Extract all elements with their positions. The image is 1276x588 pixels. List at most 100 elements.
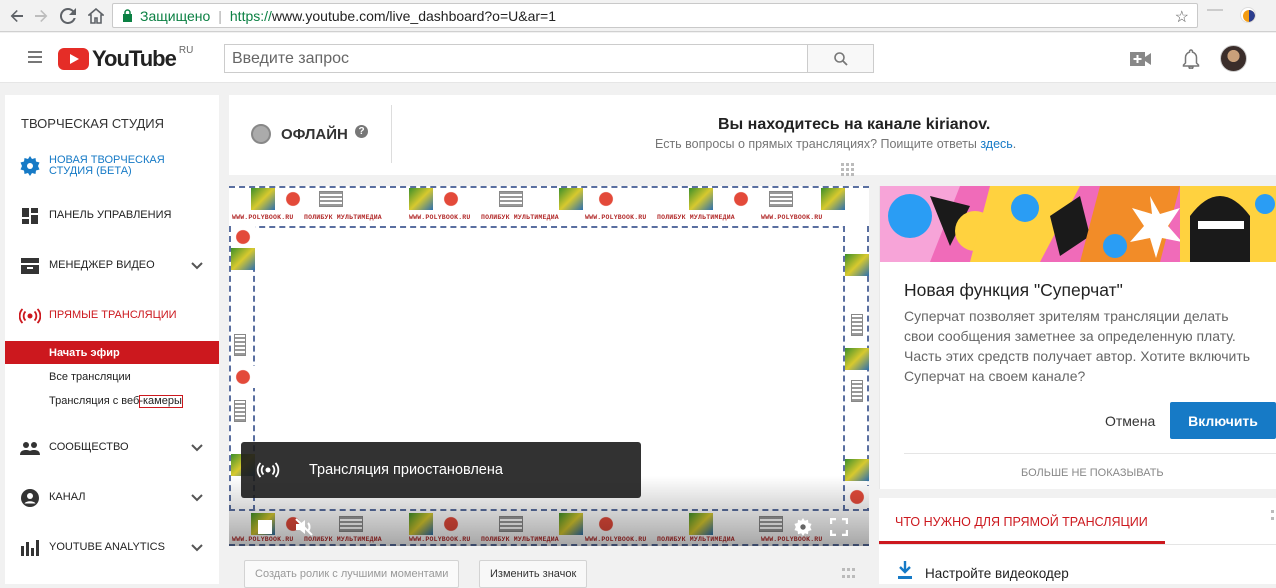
sidebar-subitem-webcam[interactable]: Трансляция с веб-камеры [5, 389, 219, 412]
faq-link[interactable]: здесь [980, 137, 1012, 151]
watermark-text: ПОЛИБУК МУЛЬТИМЕДИА [481, 214, 559, 221]
extension-logo-icon[interactable] [1240, 7, 1256, 23]
reload-icon[interactable] [57, 5, 79, 27]
stop-button[interactable] [255, 517, 275, 537]
live-broadcast-icon [256, 462, 280, 478]
forward-icon[interactable] [30, 5, 52, 27]
frame-tile [439, 188, 463, 210]
superchat-promo-card: Новая функция "Суперчат" Суперчат позвол… [879, 186, 1276, 489]
frame-tile [234, 400, 246, 422]
drag-handle-icon[interactable] [842, 568, 856, 580]
sidebar-title: ТВОРЧЕСКАЯ СТУДИЯ [21, 116, 165, 131]
frame-tile [499, 191, 523, 207]
sidebar-subitem-all-streams[interactable]: Все трансляции [5, 365, 219, 388]
dont-show-again-link[interactable]: БОЛЬШЕ НЕ ПОКАЗЫВАТЬ [1021, 467, 1164, 479]
requirement-item[interactable]: Настройте видеокодер [925, 566, 1069, 581]
sidebar-item-new-studio[interactable]: НОВАЯ ТВОРЧЕСКАЯ СТУДИЯ (БЕТА) [5, 153, 219, 179]
drag-handle-icon[interactable] [1271, 510, 1276, 522]
frame-tile [319, 191, 343, 207]
watermark-text: WWW.POLYBOOK.RU [409, 214, 471, 221]
chevron-down-icon[interactable] [191, 260, 203, 272]
video-manager-icon [19, 255, 41, 277]
upload-video-icon[interactable] [1130, 48, 1152, 70]
community-icon [19, 437, 41, 459]
cancel-button[interactable]: Отмена [1105, 413, 1155, 429]
menu-icon[interactable] [28, 51, 42, 63]
sidebar-item-dashboard[interactable]: ПАНЕЛЬ УПРАВЛЕНИЯ [5, 205, 219, 227]
channel-message: Вы находитесь на канале kirianov. [718, 116, 991, 133]
url-protocol: https:// [229, 7, 272, 24]
youtube-logo[interactable]: YouTube RU [58, 44, 194, 72]
avatar[interactable] [1220, 45, 1247, 72]
live-broadcast-icon [19, 305, 41, 327]
faq-text: Есть вопросы о прямых трансляциях? Поищи… [655, 137, 1016, 151]
superchat-description: Суперчат позволяет зрителям трансляции д… [904, 308, 1251, 384]
frame-tile [409, 188, 433, 210]
divider [904, 453, 1276, 454]
search-button[interactable] [807, 44, 874, 73]
youtube-play-icon [58, 48, 89, 70]
sidebar-item-label: ПАНЕЛЬ УПРАВЛЕНИЯ [49, 209, 172, 221]
help-icon[interactable]: ? [355, 125, 368, 138]
faq-question: Есть вопросы о прямых трансляциях? Поищи… [655, 137, 977, 151]
search-input[interactable] [225, 45, 807, 72]
fullscreen-icon[interactable] [829, 517, 849, 537]
frame-tile [594, 188, 618, 210]
analytics-icon [19, 537, 41, 559]
search-icon [833, 51, 848, 66]
video-player[interactable]: WWW.POLYBOOK.RU ПОЛИБУК МУЛЬТИМЕДИА WWW.… [229, 186, 869, 546]
frame-tile [251, 188, 275, 210]
lock-icon [121, 9, 133, 23]
sidebar-item-community[interactable]: СООБЩЕСТВО [5, 437, 219, 459]
chevron-down-icon[interactable] [191, 492, 203, 504]
watermark-text: ПОЛИБУК МУЛЬТИМЕДИА [304, 214, 382, 221]
sidebar-item-channel[interactable]: КАНАЛ [5, 487, 219, 509]
enable-superchat-button[interactable]: Включить [1170, 402, 1276, 439]
sidebar-subitem-start-stream[interactable]: Начать эфир [5, 341, 219, 364]
watermark-text: WWW.POLYBOOK.RU [232, 214, 294, 221]
download-icon [898, 561, 912, 579]
stream-status-panel: ОФЛАЙН ? Вы находитесь на канале kiriano… [229, 95, 1276, 176]
bookmark-star-icon[interactable]: ☆ [1175, 7, 1189, 27]
frame-tile [231, 226, 255, 248]
paused-message: Трансляция приостановлена [309, 462, 503, 478]
status-label: ОФЛАЙН [281, 126, 348, 143]
browser-toolbar: Защищено | https://www.youtube.com/live_… [0, 0, 1276, 32]
subitem-label: Начать эфир [49, 346, 120, 359]
sidebar-item-live[interactable]: ПРЯМЫЕ ТРАНСЛЯЦИИ [5, 305, 219, 327]
frame-tile [559, 188, 583, 210]
notifications-bell-icon[interactable] [1180, 48, 1202, 70]
dashboard-icon [19, 205, 41, 227]
settings-gear-icon[interactable] [793, 517, 813, 537]
tab-requirements[interactable]: ЧТО НУЖНО ДЛЯ ПРЯМОЙ ТРАНСЛЯЦИИ [895, 515, 1148, 529]
frame-tile [689, 188, 713, 210]
sidebar-item-video-manager[interactable]: МЕНЕДЖЕР ВИДЕО [5, 255, 219, 277]
extension-icon[interactable] [1207, 9, 1223, 23]
back-icon[interactable] [6, 5, 28, 27]
frame-tile [845, 348, 869, 370]
chevron-down-icon[interactable] [191, 442, 203, 454]
superchat-banner-image [880, 186, 1276, 262]
superchat-title: Новая функция "Суперчат" [904, 280, 1123, 300]
frame-tile [729, 188, 753, 210]
logo-text: YouTube [92, 46, 177, 71]
highlight-box [138, 395, 183, 408]
sidebar-item-label: ПРЯМЫЕ ТРАНСЛЯЦИИ [49, 309, 177, 321]
frame-tile [769, 191, 793, 207]
url-text: www.youtube.com/live_dashboard?o=U&ar=1 [271, 7, 556, 24]
watermark-text: WWW.POLYBOOK.RU [585, 214, 647, 221]
sidebar-item-analytics[interactable]: YOUTUBE ANALYTICS [5, 537, 219, 559]
mute-icon[interactable] [294, 517, 314, 537]
sidebar-item-label: YOUTUBE ANALYTICS [49, 541, 165, 553]
youtube-masthead: YouTube RU [0, 33, 1276, 83]
divider [879, 544, 1276, 545]
subitem-label: Все трансляции [49, 370, 131, 383]
separator: | [218, 7, 222, 24]
sidebar-item-label: НОВАЯ ТВОРЧЕСКАЯ СТУДИЯ (БЕТА) [49, 154, 165, 177]
logo-region: RU [178, 44, 194, 56]
sidebar-item-label: СООБЩЕСТВО [49, 441, 129, 453]
address-bar[interactable]: Защищено | https://www.youtube.com/live_… [112, 3, 1198, 28]
home-icon[interactable] [85, 5, 107, 27]
drag-handle-icon[interactable] [841, 163, 855, 176]
chevron-down-icon[interactable] [191, 542, 203, 554]
